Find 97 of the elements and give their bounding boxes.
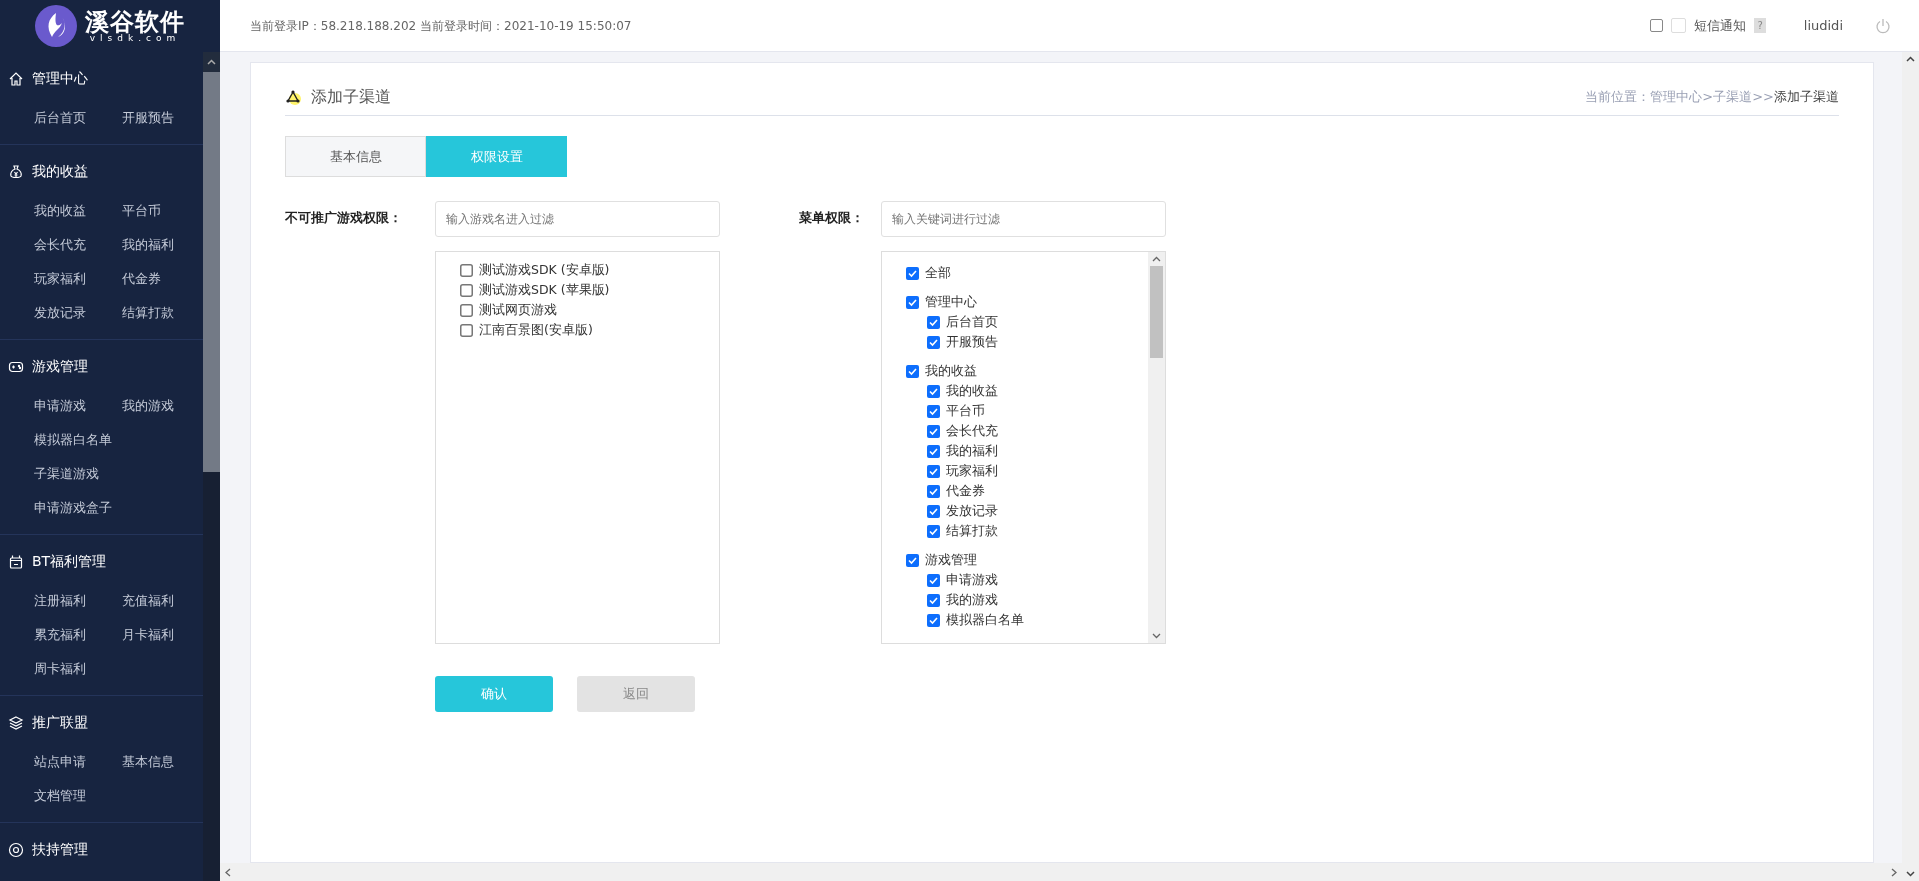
sidebar-item[interactable]: 充值福利	[122, 584, 203, 618]
menu-filter-field[interactable]: 输入关键词进行过滤	[881, 201, 1166, 237]
sidebar-item[interactable]: 注册福利	[34, 584, 122, 618]
checkbox[interactable]	[460, 303, 473, 317]
menu-option: 平台币	[946, 401, 985, 421]
checkbox[interactable]	[927, 424, 940, 438]
logo-icon	[35, 5, 77, 47]
target-icon	[8, 841, 24, 858]
checkbox[interactable]	[927, 444, 940, 458]
breadcrumb: 当前位置：管理中心>子渠道>>添加子渠道	[1585, 88, 1839, 107]
login-info: 当前登录IP：58.218.188.202 当前登录时间：2021-10-19 15:50:07	[250, 17, 632, 35]
checkbox[interactable]	[927, 593, 940, 607]
checkbox[interactable]	[460, 323, 473, 337]
layers-icon	[8, 714, 24, 731]
menu-option: 我的收益	[925, 361, 977, 381]
checkbox[interactable]	[927, 404, 940, 418]
menu-option: 后台首页	[946, 312, 998, 332]
menu-option: 结算打款	[946, 521, 998, 541]
menu-option: 申请游戏	[946, 570, 998, 590]
sidebar-item[interactable]: 我的福利	[122, 228, 203, 262]
menu-option: 管理中心	[925, 292, 977, 312]
sidebar-item[interactable]: 累充福利	[34, 618, 122, 652]
checkbox[interactable]	[927, 464, 940, 478]
sidebar-item[interactable]: 申请游戏	[34, 389, 122, 423]
sidebar-item[interactable]: 开服预告	[122, 101, 203, 135]
title-icon	[285, 89, 303, 105]
checkbox[interactable]	[927, 504, 940, 518]
game-filter-field[interactable]: 输入游戏名进入过滤	[435, 201, 720, 237]
tab[interactable]: 基本信息	[285, 136, 426, 177]
sidebar-item[interactable]: 站点申请	[34, 745, 122, 779]
checkbox[interactable]	[927, 484, 940, 498]
logo-name: 溪谷软件	[85, 9, 185, 34]
field-label: 菜单权限：	[798, 209, 865, 227]
sidebar-item[interactable]: 会长代充	[34, 228, 122, 262]
sidebar-section-title[interactable]: 推广联盟	[32, 712, 88, 733]
sidebar-item[interactable]: 代金券	[122, 262, 203, 296]
sidebar-item[interactable]: 结算打款	[122, 296, 203, 330]
game-option: 测试游戏SDK (苹果版)	[479, 280, 610, 300]
menu-option: 玩家福利	[946, 461, 998, 481]
checkbox[interactable]	[906, 364, 919, 378]
username: liudidi	[1803, 16, 1843, 35]
menu-option: 开服预告	[946, 332, 998, 352]
menu-option: 全部	[925, 263, 951, 283]
sidebar-item[interactable]: 月卡福利	[122, 618, 203, 652]
sms-checkbox[interactable]	[1650, 19, 1664, 32]
page-title: 添加子渠道	[311, 86, 391, 108]
sidebar-section-title[interactable]: 游戏管理	[32, 356, 88, 377]
game-option: 江南百景图(安卓版)	[479, 320, 593, 340]
scroll-up-icon[interactable]	[207, 59, 216, 65]
menu-option: 我的游戏	[946, 590, 998, 610]
sidebar-section-title[interactable]: 扶持管理	[32, 839, 88, 860]
sidebar-item[interactable]: 申请游戏盒子	[34, 491, 203, 525]
money-bag-icon	[8, 163, 24, 180]
menu-option: 我的收益	[946, 381, 998, 401]
checkbox[interactable]	[906, 295, 919, 309]
sidebar-item[interactable]: 玩家福利	[34, 262, 122, 296]
sidebar-section-title[interactable]: 管理中心	[32, 68, 88, 89]
checkbox[interactable]	[927, 573, 940, 587]
menu-option: 发放记录	[946, 501, 998, 521]
checkbox[interactable]	[927, 335, 940, 349]
checkbox[interactable]	[906, 553, 919, 567]
scrollbar-thumb[interactable]	[203, 72, 220, 472]
checkbox[interactable]	[927, 524, 940, 538]
sms-label: 短信通知	[1694, 16, 1747, 35]
sidebar-item[interactable]: 模拟器白名单	[34, 423, 203, 457]
calendar-icon	[8, 553, 24, 570]
checkbox[interactable]	[906, 266, 919, 280]
scroll-left-icon[interactable]	[224, 867, 232, 877]
sidebar-item[interactable]: 发放记录	[34, 296, 122, 330]
scrollbar-thumb[interactable]	[1150, 266, 1163, 358]
menu-option: 游戏管理	[925, 550, 977, 570]
sidebar-item[interactable]: 后台首页	[34, 101, 122, 135]
sidebar-item[interactable]: 平台币	[122, 194, 203, 228]
sidebar-section-title[interactable]: BT福利管理	[32, 551, 107, 572]
sidebar-item[interactable]: 子渠道游戏	[34, 457, 203, 491]
sidebar-item[interactable]: 我的收益	[34, 194, 122, 228]
menu-option: 模拟器白名单	[946, 610, 1024, 630]
field-label: 不可推广游戏权限：	[285, 209, 403, 227]
menu-option: 我的福利	[946, 441, 998, 461]
checkbox[interactable]	[460, 263, 473, 277]
toggle-field[interactable]	[1671, 18, 1687, 33]
menu-option: 会长代充	[946, 421, 998, 441]
menu-option: 代金券	[946, 481, 985, 501]
checkbox[interactable]	[927, 384, 940, 398]
checkbox[interactable]	[927, 315, 940, 329]
home-icon	[8, 70, 24, 87]
game-option: 测试网页游戏	[479, 300, 557, 320]
checkbox[interactable]	[460, 283, 473, 297]
game-option: 测试游戏SDK (安卓版)	[479, 260, 610, 280]
sidebar-item[interactable]: 基本信息	[122, 745, 203, 779]
sidebar-item[interactable]: 周卡福利	[34, 652, 122, 686]
scroll-right-icon[interactable]	[1890, 867, 1898, 877]
sidebar-item[interactable]: 我的游戏	[122, 389, 203, 423]
checkbox[interactable]	[927, 613, 940, 627]
sidebar-item[interactable]: 文档管理	[34, 779, 122, 813]
logo-domain: vlsdk.com	[89, 33, 181, 43]
sidebar-section-title[interactable]: 我的收益	[32, 161, 88, 182]
